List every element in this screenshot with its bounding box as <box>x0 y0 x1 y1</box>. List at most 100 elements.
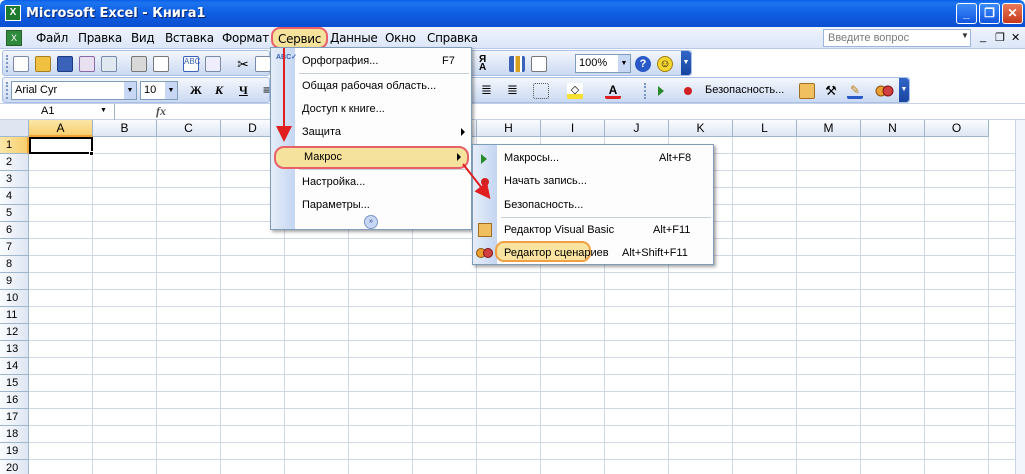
chevron-down-icon[interactable]: ▼ <box>961 31 969 40</box>
row-header[interactable]: 5 <box>0 205 29 222</box>
sort-descending-icon[interactable]: ЯА <box>479 55 495 73</box>
font-select[interactable]: Arial Cyr ▼ <box>11 81 137 100</box>
row-header[interactable]: 1 <box>0 137 29 154</box>
help-icon[interactable]: ? <box>635 56 651 72</box>
research-icon[interactable] <box>205 56 221 72</box>
column-header[interactable]: A <box>29 120 93 137</box>
menu-service[interactable]: Сервис <box>271 27 329 49</box>
close-button[interactable]: ✕ <box>1002 3 1023 24</box>
column-header[interactable]: I <box>541 120 605 137</box>
row-header[interactable]: 8 <box>0 256 29 273</box>
menu-item-script-editor[interactable]: Редактор сценариев Alt+Shift+F11 <box>473 242 713 265</box>
insert-function-icon[interactable]: fx <box>156 104 166 119</box>
column-header[interactable]: L <box>733 120 797 137</box>
menu-item-protection[interactable]: Защита <box>271 121 471 144</box>
question-input[interactable]: Введите вопрос <box>823 29 971 47</box>
cut-icon[interactable]: ✂ <box>235 56 251 72</box>
permission-icon[interactable] <box>79 56 95 72</box>
menu-item-shared-workspace[interactable]: Общая рабочая область... <box>271 75 471 98</box>
save-icon[interactable] <box>57 56 73 72</box>
row-header[interactable]: 20 <box>0 460 29 474</box>
run-macro-icon[interactable] <box>658 86 664 96</box>
script-editor-icon[interactable] <box>875 83 895 99</box>
excel-app-icon[interactable]: X <box>5 5 21 21</box>
zoom-select[interactable]: 100% ▼ <box>575 54 631 73</box>
borders-icon[interactable] <box>533 83 549 99</box>
copy-icon[interactable] <box>255 56 271 72</box>
chevron-down-icon[interactable]: ▼ <box>124 82 136 99</box>
fill-handle[interactable] <box>89 151 94 156</box>
menu-format[interactable]: Формат <box>222 31 269 45</box>
row-header[interactable]: 3 <box>0 171 29 188</box>
row-header[interactable]: 6 <box>0 222 29 239</box>
font-size-select[interactable]: 10 ▼ <box>140 81 178 100</box>
column-header[interactable]: C <box>157 120 221 137</box>
record-macro-icon[interactable] <box>684 87 692 95</box>
indent-decrease-icon[interactable]: ≣ <box>481 83 497 99</box>
spelling-icon[interactable]: ABC <box>183 56 200 72</box>
vertical-scrollbar[interactable] <box>1015 120 1025 474</box>
row-header[interactable]: 17 <box>0 409 29 426</box>
row-header[interactable]: 18 <box>0 426 29 443</box>
print-icon[interactable] <box>131 56 147 72</box>
row-header[interactable]: 4 <box>0 188 29 205</box>
toolbar-grip[interactable] <box>6 82 9 99</box>
maximize-button[interactable]: ❐ <box>979 3 1000 24</box>
toolbar-options-chevron[interactable]: ▼ <box>681 51 691 75</box>
toolbar-grip[interactable] <box>6 55 9 72</box>
font-color-icon[interactable]: A <box>605 83 621 99</box>
drawing-icon[interactable] <box>531 56 547 72</box>
menu-view[interactable]: Вид <box>131 31 155 45</box>
row-header[interactable]: 12 <box>0 324 29 341</box>
menu-item-share-workbook[interactable]: Доступ к книге... <box>271 98 471 121</box>
tools-icon[interactable]: ⚒ <box>823 83 839 99</box>
column-header[interactable]: J <box>605 120 669 137</box>
column-header[interactable]: K <box>669 120 733 137</box>
smiley-icon[interactable]: ☺ <box>657 56 673 72</box>
menu-data[interactable]: Данные <box>330 31 378 45</box>
security-toolbar-button[interactable]: Безопасность... <box>705 84 784 96</box>
minimize-button[interactable]: _ <box>956 3 977 24</box>
row-header[interactable]: 9 <box>0 273 29 290</box>
doc-minimize-button[interactable]: _ <box>980 31 986 43</box>
doc-close-button[interactable]: ✕ <box>1011 31 1020 44</box>
row-header[interactable]: 15 <box>0 375 29 392</box>
toolbar-options-chevron[interactable]: ▼ <box>899 78 909 102</box>
preview-icon[interactable] <box>153 56 169 72</box>
chart-wizard-icon[interactable] <box>509 56 525 72</box>
column-header[interactable]: O <box>925 120 989 137</box>
row-header[interactable]: 7 <box>0 239 29 256</box>
row-header[interactable]: 2 <box>0 154 29 171</box>
column-header[interactable]: B <box>93 120 157 137</box>
menu-item-macros[interactable]: Макросы... Alt+F8 <box>473 147 713 170</box>
doc-restore-button[interactable]: ❐ <box>995 31 1005 44</box>
vb-editor-icon[interactable] <box>799 83 815 99</box>
email-icon[interactable] <box>101 56 117 72</box>
select-all-button[interactable] <box>0 120 29 137</box>
menu-help[interactable]: Справка <box>427 31 478 45</box>
name-box[interactable]: A1 <box>1 104 115 120</box>
design-mode-icon[interactable]: ✎ <box>847 83 863 99</box>
menu-window[interactable]: Окно <box>385 31 416 45</box>
expand-menu-icon[interactable]: » <box>364 215 378 229</box>
indent-increase-icon[interactable]: ≣ <box>507 83 523 99</box>
chevron-down-icon[interactable]: ▼ <box>618 55 630 72</box>
menu-item-spelling[interactable]: ABC✓ Орфография... F7 <box>271 50 471 73</box>
new-icon[interactable] <box>13 56 29 72</box>
row-header[interactable]: 14 <box>0 358 29 375</box>
bold-button[interactable]: Ж <box>190 83 202 98</box>
menu-file[interactable]: Файл <box>36 31 68 45</box>
row-header[interactable]: 10 <box>0 290 29 307</box>
italic-button[interactable]: К <box>215 83 223 98</box>
column-header[interactable]: N <box>861 120 925 137</box>
menu-item-options[interactable]: Параметры... <box>271 194 471 217</box>
chevron-down-icon[interactable]: ▼ <box>165 82 177 99</box>
fill-color-icon[interactable]: ◇ <box>567 83 583 99</box>
open-icon[interactable] <box>35 56 51 72</box>
chevron-down-icon[interactable]: ▼ <box>100 107 107 114</box>
menu-edit[interactable]: Правка <box>78 31 122 45</box>
row-header[interactable]: 19 <box>0 443 29 460</box>
row-header[interactable]: 13 <box>0 341 29 358</box>
active-cell[interactable] <box>29 137 93 154</box>
menu-item-record-macro[interactable]: Начать запись... <box>473 170 713 193</box>
